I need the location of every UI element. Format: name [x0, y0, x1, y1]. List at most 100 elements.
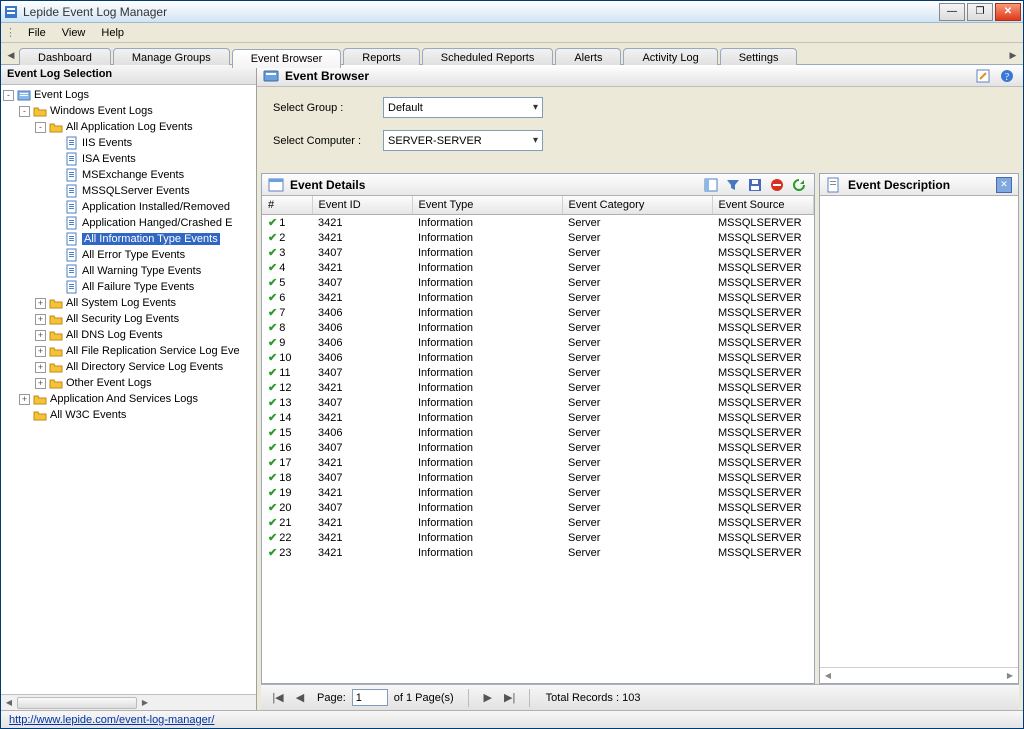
- col-header[interactable]: Event Source: [712, 196, 814, 215]
- page-input[interactable]: [352, 689, 388, 706]
- row-number: 5: [279, 277, 285, 289]
- tree-label: Windows Event Logs: [50, 105, 153, 117]
- table-row[interactable]: ✔23421InformationServerMSSQLSERVER: [262, 230, 814, 245]
- tree-all-application-log-events[interactable]: -All Application Log Events: [3, 119, 254, 135]
- delete-button[interactable]: [768, 176, 786, 194]
- tree-group[interactable]: +All Security Log Events: [3, 311, 254, 327]
- events-tree[interactable]: -Event Logs-Windows Event Logs-All Appli…: [1, 85, 256, 694]
- refresh-button[interactable]: [790, 176, 808, 194]
- table-row[interactable]: ✔83406InformationServerMSSQLSERVER: [262, 320, 814, 335]
- menu-help[interactable]: Help: [93, 25, 132, 41]
- tabs-left-arrow-icon[interactable]: ◀: [3, 46, 19, 64]
- table-row[interactable]: ✔63421InformationServerMSSQLSERVER: [262, 290, 814, 305]
- help-button[interactable]: ?: [997, 67, 1017, 85]
- select-group-dropdown[interactable]: Default: [383, 97, 543, 118]
- expander-icon[interactable]: +: [35, 346, 46, 357]
- tree-horizontal-scrollbar[interactable]: [1, 694, 256, 710]
- tree-item[interactable]: All Error Type Events: [3, 247, 254, 263]
- col-header[interactable]: #: [262, 196, 312, 215]
- menu-file[interactable]: File: [20, 25, 54, 41]
- minimize-button[interactable]: —: [939, 3, 965, 21]
- table-row[interactable]: ✔43421InformationServerMSSQLSERVER: [262, 260, 814, 275]
- expander-icon[interactable]: -: [3, 90, 14, 101]
- table-row[interactable]: ✔173421InformationServerMSSQLSERVER: [262, 455, 814, 470]
- tree-item[interactable]: IIS Events: [3, 135, 254, 151]
- tree-item[interactable]: MSSQLServer Events: [3, 183, 254, 199]
- edit-view-button[interactable]: [973, 67, 993, 85]
- table-row[interactable]: ✔193421InformationServerMSSQLSERVER: [262, 485, 814, 500]
- next-page-button[interactable]: ▶: [477, 688, 499, 708]
- columns-button[interactable]: [702, 176, 720, 194]
- save-button[interactable]: [746, 176, 764, 194]
- tree-group[interactable]: +Other Event Logs: [3, 375, 254, 391]
- col-header[interactable]: Event ID: [312, 196, 412, 215]
- expander-icon[interactable]: -: [19, 106, 30, 117]
- tree-application-services-logs[interactable]: +Application And Services Logs: [3, 391, 254, 407]
- expander-icon[interactable]: +: [35, 362, 46, 373]
- cell-type: Information: [412, 290, 562, 305]
- cell-src: MSSQLSERVER: [712, 290, 814, 305]
- table-row[interactable]: ✔53407InformationServerMSSQLSERVER: [262, 275, 814, 290]
- table-row[interactable]: ✔183407InformationServerMSSQLSERVER: [262, 470, 814, 485]
- description-horizontal-scrollbar[interactable]: [820, 667, 1018, 683]
- table-row[interactable]: ✔133407InformationServerMSSQLSERVER: [262, 395, 814, 410]
- table-row[interactable]: ✔153406InformationServerMSSQLSERVER: [262, 425, 814, 440]
- table-row[interactable]: ✔143421InformationServerMSSQLSERVER: [262, 410, 814, 425]
- footer-link[interactable]: http://www.lepide.com/event-log-manager/: [9, 714, 214, 726]
- table-row[interactable]: ✔93406InformationServerMSSQLSERVER: [262, 335, 814, 350]
- row-number: 8: [279, 322, 285, 334]
- expander-icon[interactable]: -: [35, 122, 46, 133]
- description-close-button[interactable]: ✕: [996, 177, 1012, 193]
- expander-icon[interactable]: +: [35, 330, 46, 341]
- tree-group[interactable]: +All Directory Service Log Events: [3, 359, 254, 375]
- tree-all-w3c-events[interactable]: All W3C Events: [3, 407, 254, 423]
- tree-item[interactable]: All Failure Type Events: [3, 279, 254, 295]
- col-header[interactable]: Event Category: [562, 196, 712, 215]
- tree-item[interactable]: Application Installed/Removed: [3, 199, 254, 215]
- close-button[interactable]: ✕: [995, 3, 1021, 21]
- col-header[interactable]: Event Type: [412, 196, 562, 215]
- tree-group[interactable]: +All System Log Events: [3, 295, 254, 311]
- expander-icon[interactable]: +: [35, 314, 46, 325]
- table-row[interactable]: ✔13421InformationServerMSSQLSERVER: [262, 215, 814, 231]
- expander-icon[interactable]: +: [35, 378, 46, 389]
- folder-icon: [49, 376, 63, 390]
- menu-view[interactable]: View: [54, 25, 94, 41]
- tree-item[interactable]: ISA Events: [3, 151, 254, 167]
- tree-item[interactable]: Application Hanged/Crashed E: [3, 215, 254, 231]
- table-row[interactable]: ✔163407InformationServerMSSQLSERVER: [262, 440, 814, 455]
- table-row[interactable]: ✔223421InformationServerMSSQLSERVER: [262, 530, 814, 545]
- tab-event-browser[interactable]: Event Browser: [232, 49, 342, 68]
- table-row[interactable]: ✔33407InformationServerMSSQLSERVER: [262, 245, 814, 260]
- select-computer-dropdown[interactable]: SERVER-SERVER: [383, 130, 543, 151]
- tree-group[interactable]: +All File Replication Service Log Eve: [3, 343, 254, 359]
- event-grid[interactable]: #Event IDEvent TypeEvent CategoryEvent S…: [262, 196, 814, 560]
- table-row[interactable]: ✔73406InformationServerMSSQLSERVER: [262, 305, 814, 320]
- select-group-label: Select Group :: [273, 102, 383, 114]
- tree-item[interactable]: All Warning Type Events: [3, 263, 254, 279]
- expander-icon[interactable]: +: [35, 298, 46, 309]
- tree-group[interactable]: +All DNS Log Events: [3, 327, 254, 343]
- table-row[interactable]: ✔203407InformationServerMSSQLSERVER: [262, 500, 814, 515]
- cell-cat: Server: [562, 230, 712, 245]
- table-row[interactable]: ✔213421InformationServerMSSQLSERVER: [262, 515, 814, 530]
- tree-item[interactable]: All Information Type Events: [3, 231, 254, 247]
- check-icon: ✔: [268, 232, 277, 244]
- tree-item[interactable]: MSExchange Events: [3, 167, 254, 183]
- expander-icon[interactable]: +: [19, 394, 30, 405]
- first-page-button[interactable]: |◀: [267, 688, 289, 708]
- last-page-button[interactable]: ▶|: [499, 688, 521, 708]
- tree-root[interactable]: -Event Logs: [3, 87, 254, 103]
- table-row[interactable]: ✔123421InformationServerMSSQLSERVER: [262, 380, 814, 395]
- cell-type: Information: [412, 515, 562, 530]
- filter-button[interactable]: [724, 176, 742, 194]
- table-row[interactable]: ✔113407InformationServerMSSQLSERVER: [262, 365, 814, 380]
- table-row[interactable]: ✔103406InformationServerMSSQLSERVER: [262, 350, 814, 365]
- maximize-button[interactable]: ❐: [967, 3, 993, 21]
- tree-windows-event-logs[interactable]: - Windows Event Logs: [3, 103, 254, 119]
- cell-type: Information: [412, 440, 562, 455]
- tabs-right-arrow-icon[interactable]: ▶: [1005, 46, 1021, 64]
- prev-page-button[interactable]: ◀: [289, 688, 311, 708]
- event-grid-scroll[interactable]: #Event IDEvent TypeEvent CategoryEvent S…: [262, 196, 814, 683]
- table-row[interactable]: ✔233421InformationServerMSSQLSERVER: [262, 545, 814, 560]
